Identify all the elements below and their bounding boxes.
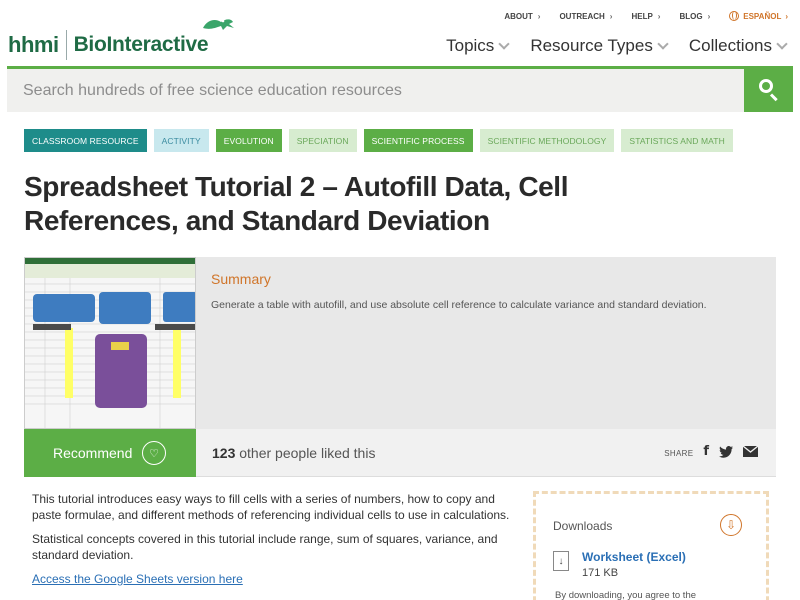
likes-text: other people liked this xyxy=(239,445,376,461)
page-title-line1: Spreadsheet Tutorial 2 – Autofill Data, … xyxy=(24,171,569,202)
recommend-bar: Recommend ♡ 123 other people liked this … xyxy=(24,429,776,477)
summary-panel: Summary Generate a table with autofill, … xyxy=(24,257,776,429)
description-paragraph-2: Statistical concepts covered in this tut… xyxy=(32,532,498,562)
site-header: hhmi BioInteractive ABOUT › OUTREACH › HEL… xyxy=(0,0,800,66)
logo-hhmi: hhmi xyxy=(8,32,59,57)
spreadsheet-preview-image xyxy=(25,258,195,428)
tag-scientific-process[interactable]: SCIENTIFIC PROCESS xyxy=(363,129,473,152)
recommend-label: Recommend xyxy=(53,445,133,461)
tag-list: CLASSROOM RESOURCE ACTIVITY EVOLUTION SP… xyxy=(24,129,733,152)
nav-collections-menu[interactable]: Collections xyxy=(688,36,788,56)
summary-text: Generate a table with autofill, and use … xyxy=(211,299,707,311)
recommend-button[interactable]: Recommend ♡ xyxy=(24,429,196,477)
tag-scientific-methodology[interactable]: SCIENTIFIC METHODOLOGY xyxy=(479,129,615,152)
tag-classroom-resource[interactable]: CLASSROOM RESOURCE xyxy=(24,129,147,152)
chevron-down-icon xyxy=(776,38,788,50)
tag-speciation[interactable]: SPECIATION xyxy=(288,129,357,152)
nav-help-link[interactable]: HELP › xyxy=(631,12,660,21)
tag-statistics-and-math[interactable]: STATISTICS AND MATH xyxy=(621,129,733,152)
share-label: SHARE xyxy=(664,448,694,458)
search-button[interactable] xyxy=(744,66,793,112)
page-title: Spreadsheet Tutorial 2 – Autofill Data, … xyxy=(24,170,784,238)
resource-description: This tutorial introduces easy ways to fi… xyxy=(32,491,522,595)
likes-number: 123 xyxy=(212,445,236,461)
globe-icon xyxy=(729,11,740,21)
chevron-down-icon xyxy=(498,38,510,50)
chevron-right-icon: › xyxy=(785,11,788,21)
nav-outreach-link[interactable]: OUTREACH › xyxy=(559,12,612,21)
logo-divider xyxy=(65,30,67,60)
download-file-link[interactable]: Worksheet (Excel) xyxy=(582,550,686,564)
download-terms-note: By downloading, you agree to the xyxy=(555,590,697,600)
page-title-line2: References, and Standard Deviation xyxy=(24,205,490,236)
twitter-icon[interactable] xyxy=(719,445,733,458)
summary-heading: Summary xyxy=(211,271,271,287)
nav-about-link[interactable]: ABOUT › xyxy=(504,12,540,21)
downloads-title: Downloads xyxy=(553,519,613,533)
nav-collections-label: Collections xyxy=(688,36,772,55)
frog-logo-icon xyxy=(203,19,234,30)
main-nav: Topics Resource Types Collections xyxy=(446,36,788,56)
share-links: SHARE f xyxy=(664,444,758,459)
nav-outreach-label: OUTREACH xyxy=(559,11,605,21)
chevron-right-icon: › xyxy=(707,11,711,21)
download-file-icon[interactable]: ↓ xyxy=(553,551,569,571)
nav-about-label: ABOUT xyxy=(504,11,533,21)
logo-biointeractive: BioInteractive xyxy=(73,33,209,56)
chevron-right-icon: › xyxy=(609,11,613,21)
search-icon xyxy=(758,78,780,102)
email-icon[interactable] xyxy=(743,446,758,457)
heart-icon: ♡ xyxy=(142,441,166,465)
language-link[interactable]: ESPAÑOL › xyxy=(729,11,788,21)
utility-nav: ABOUT › OUTREACH › HELP › BLOG › ESPAÑOL › xyxy=(504,11,788,21)
facebook-icon[interactable]: f xyxy=(703,444,709,459)
tag-evolution[interactable]: EVOLUTION xyxy=(215,129,282,152)
nav-help-label: HELP xyxy=(631,11,653,21)
search-bar xyxy=(7,66,793,112)
tag-activity[interactable]: ACTIVITY xyxy=(153,129,209,152)
chevron-right-icon: › xyxy=(537,11,541,21)
nav-topics-menu[interactable]: Topics xyxy=(446,36,510,56)
google-sheets-link[interactable]: Access the Google Sheets version here xyxy=(32,572,243,586)
likes-count: 123 other people liked this xyxy=(212,445,375,461)
nav-topics-label: Topics xyxy=(446,36,495,55)
language-label: ESPAÑOL xyxy=(743,11,782,21)
nav-blog-label: BLOG xyxy=(679,11,703,21)
chevron-down-icon xyxy=(657,38,669,50)
nav-blog-link[interactable]: BLOG › xyxy=(679,12,710,21)
chevron-right-icon: › xyxy=(657,11,661,21)
search-input[interactable] xyxy=(7,69,744,112)
nav-resource-types-menu[interactable]: Resource Types xyxy=(530,36,669,56)
download-file-size: 171 KB xyxy=(582,567,619,579)
nav-resource-types-label: Resource Types xyxy=(530,36,653,55)
resource-thumbnail[interactable] xyxy=(24,257,196,429)
description-paragraph-1: This tutorial introduces easy ways to fi… xyxy=(32,492,510,522)
download-badge-icon: ⇩ xyxy=(720,514,742,536)
site-logo[interactable]: hhmi BioInteractive xyxy=(8,19,234,60)
downloads-box: Downloads ⇩ ↓ Worksheet (Excel) 171 KB B… xyxy=(533,491,769,600)
